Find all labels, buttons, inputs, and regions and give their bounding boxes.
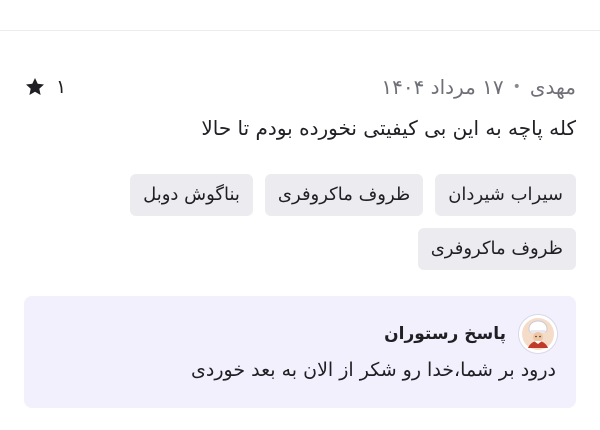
star-icon <box>26 78 44 95</box>
tag: ظروف ماکروفری <box>264 174 424 216</box>
top-divider <box>0 30 600 31</box>
reply-title: پاسخ رستوران <box>384 324 506 344</box>
review-date: ۱۷ مرداد ۱۴۰۴ <box>381 75 504 99</box>
review-rating: ۱ <box>24 76 66 98</box>
meta-separator: • <box>512 79 521 95</box>
restaurant-reply: پاسخ رستوران درود بر شما،خدا رو شکر از ا… <box>24 296 576 408</box>
review-text: کله پاچه به این بی کیفیتی نخورده بودم تا… <box>201 116 576 140</box>
tag: ظروف ماکروفری <box>417 228 576 270</box>
reply-text: درود بر شما،خدا رو شکر از الان به بعد خو… <box>191 359 556 381</box>
review-author: مهدی <box>529 75 576 99</box>
review-header: مهدی • ۱۷ مرداد ۱۴۰۴ ۱ <box>24 70 576 104</box>
tag: سیراب شیردان <box>435 174 576 216</box>
review-tags: سیراب شیردان ظروف ماکروفری بناگوش دوبل ظ… <box>24 174 576 270</box>
review-meta: مهدی • ۱۷ مرداد ۱۴۰۴ <box>381 75 576 99</box>
reply-header: پاسخ رستوران <box>384 314 558 354</box>
restaurant-avatar-icon <box>518 314 558 354</box>
rating-value: ۱ <box>56 76 67 98</box>
tag: بناگوش دوبل <box>130 174 253 216</box>
